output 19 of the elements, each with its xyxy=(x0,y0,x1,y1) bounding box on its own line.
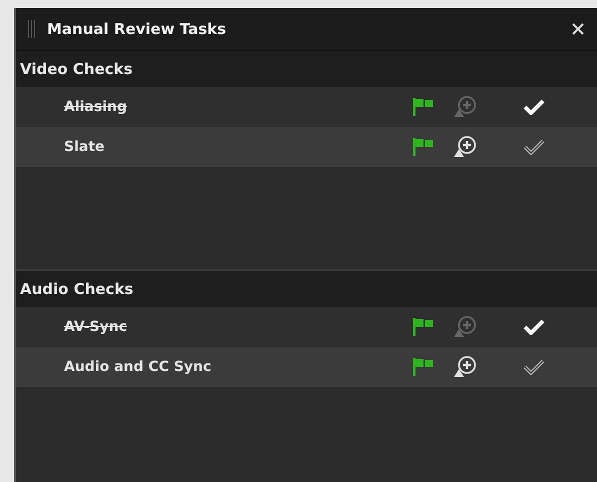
task-row[interactable]: Audio and CC Sync xyxy=(16,347,597,387)
task-name: Slate xyxy=(63,139,106,155)
add-issue-icon[interactable] xyxy=(453,136,477,158)
section-header: Audio Checks xyxy=(16,271,597,307)
drag-handle-icon[interactable] xyxy=(28,20,35,38)
flag-icon[interactable] xyxy=(413,358,435,376)
check-icon[interactable] xyxy=(523,359,545,375)
flag-icon[interactable] xyxy=(413,98,435,116)
flag-icon[interactable] xyxy=(413,138,435,156)
add-issue-icon[interactable] xyxy=(453,356,477,378)
check-icon[interactable] xyxy=(523,139,545,155)
task-name: Aliasing xyxy=(63,99,128,115)
window-title: Manual Review Tasks xyxy=(47,20,228,38)
flag-icon[interactable] xyxy=(413,318,435,336)
close-icon[interactable] xyxy=(571,22,585,36)
task-row[interactable]: Slate xyxy=(16,127,597,167)
task-name: Audio and CC Sync xyxy=(63,359,212,375)
task-name: AV-Sync xyxy=(63,319,128,335)
section-header: Video Checks xyxy=(16,51,597,87)
